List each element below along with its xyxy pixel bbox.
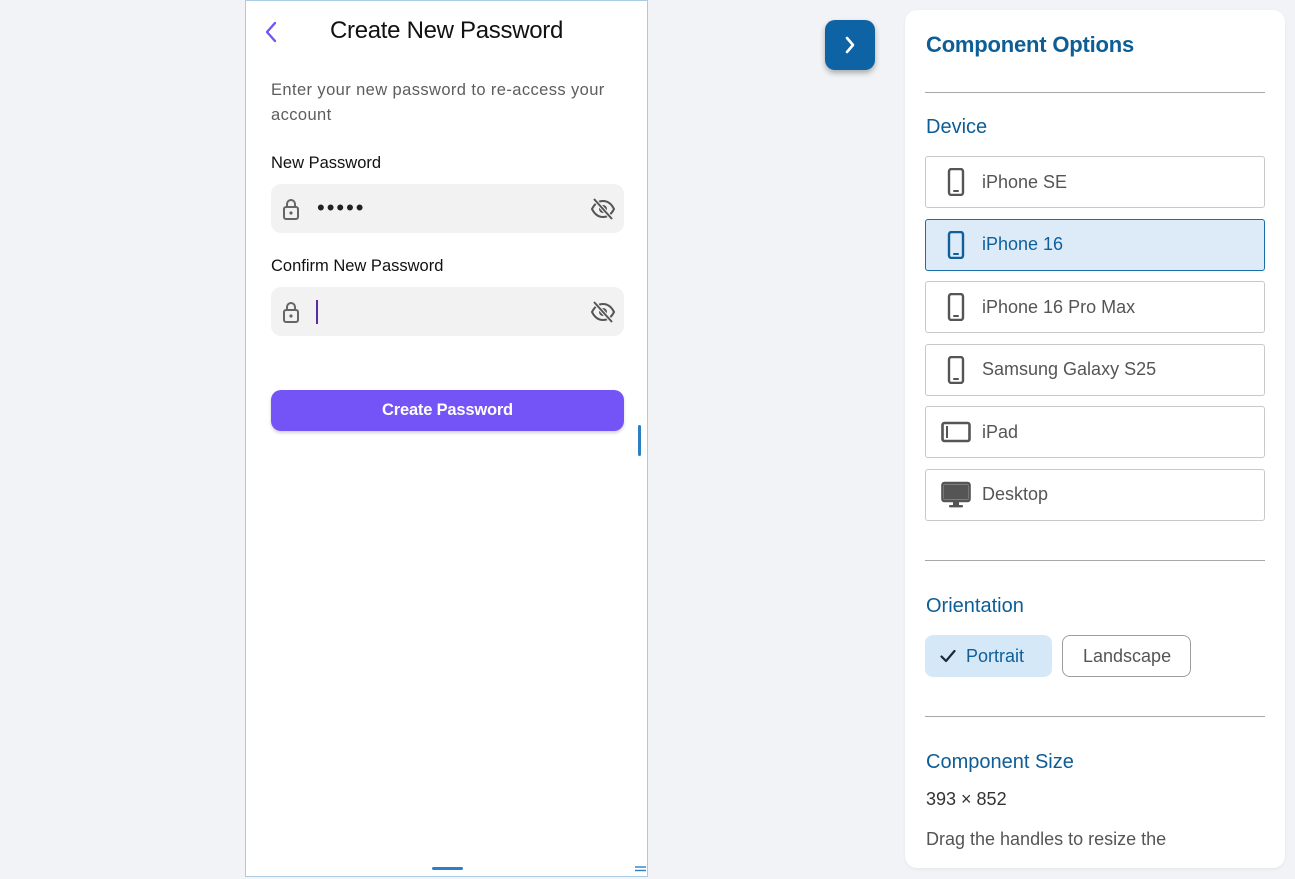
- orientation-section-title: Orientation: [926, 595, 1024, 617]
- toggle-panel-button[interactable]: [825, 20, 875, 70]
- create-password-button[interactable]: Create Password: [271, 390, 624, 431]
- orientation-portrait-button[interactable]: Portrait: [925, 635, 1052, 677]
- new-password-label: New Password: [271, 154, 382, 172]
- device-option-label: iPhone SE: [982, 171, 1068, 192]
- confirm-password-label: Confirm New Password: [271, 257, 444, 275]
- device-option-samsung-galaxy-s25[interactable]: Samsung Galaxy S25: [925, 343, 1265, 396]
- orientation-landscape-label: Landscape: [1083, 645, 1171, 666]
- new-password-field[interactable]: •••••: [271, 184, 624, 233]
- component-size-hint: Drag the handles to resize the: [926, 829, 1167, 849]
- phone-icon: [940, 293, 972, 322]
- resize-corner-icon[interactable]: [635, 866, 646, 872]
- orientation-landscape-button[interactable]: Landscape: [1062, 635, 1191, 677]
- divider: [925, 92, 1265, 93]
- device-option-desktop[interactable]: Desktop: [925, 468, 1265, 521]
- device-option-iphone-16[interactable]: iPhone 16: [925, 218, 1265, 271]
- divider: [925, 560, 1265, 561]
- panel-title: Component Options: [926, 32, 1135, 57]
- phone-icon: [940, 355, 972, 384]
- resize-handle-bottom[interactable]: [432, 867, 463, 870]
- eye-off-icon[interactable]: [590, 197, 616, 221]
- page-subtitle: Enter your new password to re-access you…: [271, 81, 605, 124]
- divider: [925, 716, 1265, 717]
- confirm-password-field[interactable]: [271, 287, 624, 338]
- device-option-iphone-se[interactable]: iPhone SE: [925, 156, 1265, 208]
- device-list: iPhone SE iPhone 16 iPhone 16 Pro Max Sa…: [925, 156, 1265, 532]
- device-option-label: iPhone 16 Pro Max: [982, 296, 1136, 317]
- component-size-title: Component Size: [926, 751, 1074, 773]
- tablet-icon: [940, 421, 972, 443]
- phone-preview: Create New Password Enter your new passw…: [245, 0, 648, 877]
- phone-icon: [940, 168, 972, 196]
- orientation-options: Portrait Landscape: [925, 635, 1191, 677]
- component-size-value: 393 × 852: [926, 789, 1007, 809]
- resize-handle-right[interactable]: [638, 425, 641, 456]
- lock-icon: [283, 199, 299, 220]
- check-icon: [940, 649, 956, 663]
- device-option-label: iPhone 16: [982, 234, 1064, 255]
- desktop-icon: [940, 481, 972, 509]
- eye-off-icon[interactable]: [590, 300, 616, 324]
- new-password-value: •••••: [317, 195, 366, 220]
- phone-icon: [940, 230, 972, 259]
- device-option-ipad[interactable]: iPad: [925, 406, 1265, 459]
- orientation-portrait-label: Portrait: [966, 645, 1025, 666]
- device-option-label: Desktop: [982, 484, 1049, 505]
- device-option-label: Samsung Galaxy S25: [982, 359, 1157, 380]
- page-title: Create New Password: [329, 17, 564, 44]
- lock-icon: [283, 302, 299, 323]
- confirm-password-input[interactable]: [317, 287, 581, 338]
- device-option-iphone-16-pro-max[interactable]: iPhone 16 Pro Max: [925, 281, 1265, 334]
- chevron-right-icon: [845, 36, 855, 54]
- device-option-label: iPad: [982, 421, 1019, 442]
- device-section-title: Device: [926, 116, 988, 138]
- component-options-panel: Component Options Device iPhone SE iPhon…: [905, 10, 1285, 868]
